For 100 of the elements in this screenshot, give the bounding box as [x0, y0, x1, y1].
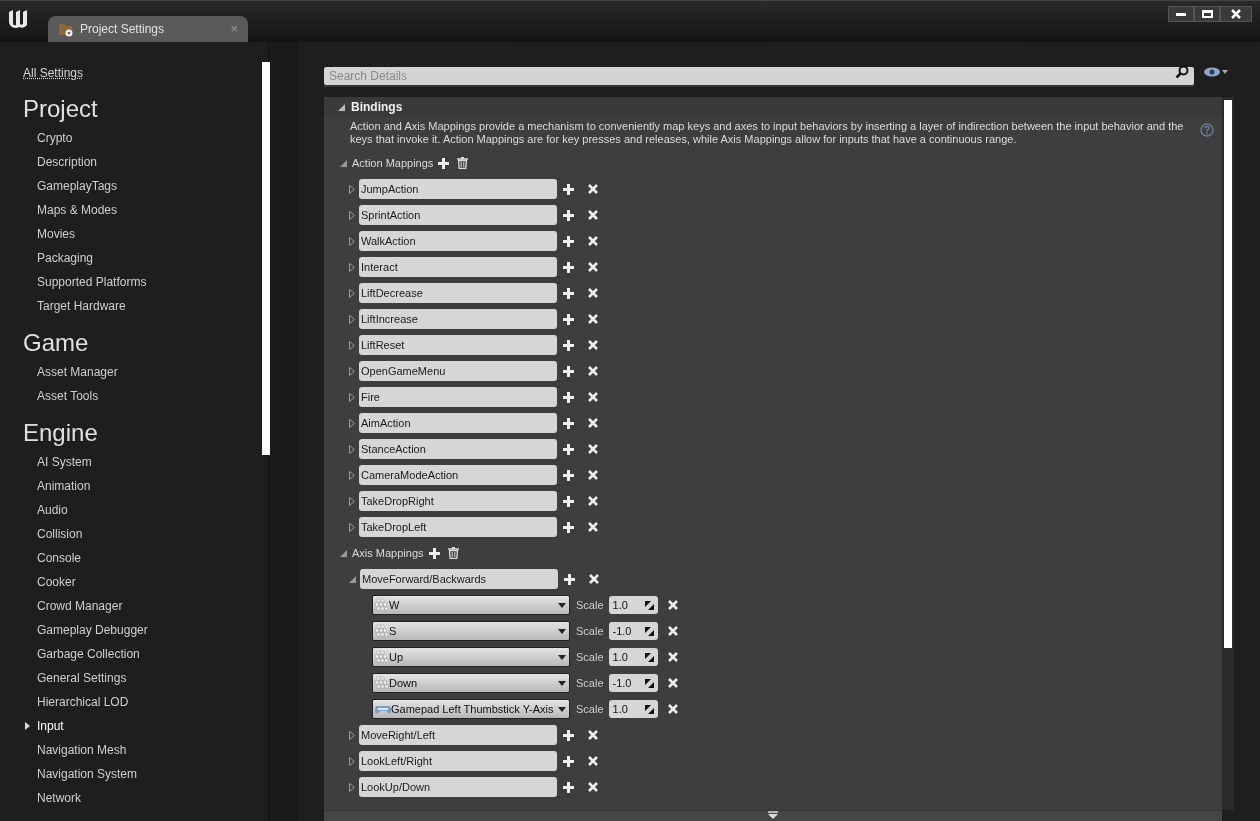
mapping-name-field[interactable]: Interact: [359, 257, 557, 277]
sidebar-item[interactable]: Navigation System: [37, 765, 138, 783]
remove-icon[interactable]: [588, 496, 598, 506]
key-dropdown[interactable]: W: [372, 595, 570, 615]
sidebar-item[interactable]: Hierarchical LOD: [37, 693, 129, 711]
key-dropdown[interactable]: Gamepad Left Thumbstick Y-Axis: [372, 699, 570, 719]
mapping-name-field[interactable]: LiftIncrease: [359, 309, 557, 329]
key-dropdown[interactable]: Down: [372, 673, 570, 693]
all-settings-link[interactable]: All Settings: [23, 62, 84, 84]
sidebar-item[interactable]: GameplayTags: [37, 177, 118, 195]
add-icon[interactable]: [563, 443, 574, 455]
window-tab[interactable]: Project Settings ×: [48, 16, 248, 42]
scrollbar-thumb[interactable]: [262, 62, 270, 455]
collapse-arrow-icon[interactable]: [338, 103, 345, 111]
add-icon[interactable]: [563, 235, 574, 247]
remove-icon[interactable]: [588, 314, 598, 324]
expand-arrow-icon[interactable]: [349, 756, 355, 766]
expand-arrow-icon[interactable]: [349, 496, 355, 506]
expand-arrow-icon[interactable]: [349, 392, 355, 402]
add-icon[interactable]: [563, 183, 574, 195]
sidebar-item[interactable]: Navigation Mesh: [37, 741, 127, 759]
expand-arrow-icon[interactable]: [349, 340, 355, 350]
remove-icon[interactable]: [667, 704, 678, 714]
mapping-name-field[interactable]: LookUp/Down: [359, 777, 557, 797]
expand-arrow-icon[interactable]: [349, 522, 355, 532]
sidebar-item[interactable]: Collision: [37, 525, 83, 543]
scale-field[interactable]: 1.0: [608, 648, 658, 666]
remove-icon[interactable]: [588, 366, 598, 376]
sidebar-item[interactable]: Maps & Modes: [37, 201, 118, 219]
mapping-name-field[interactable]: MoveRight/Left: [359, 725, 557, 745]
sidebar-item[interactable]: Target Hardware: [37, 297, 126, 315]
sidebar-item[interactable]: General Settings: [37, 669, 127, 687]
mapping-name-field[interactable]: SprintAction: [359, 205, 557, 225]
add-icon[interactable]: [563, 365, 574, 377]
mapping-name-field[interactable]: JumpAction: [359, 179, 557, 199]
expand-down-icon[interactable]: [767, 811, 779, 819]
expand-arrow-icon[interactable]: [349, 314, 355, 324]
expand-arrow-icon[interactable]: [349, 262, 355, 272]
mapping-name-field[interactable]: OpenGameMenu: [359, 361, 557, 381]
add-icon[interactable]: [563, 755, 574, 767]
mapping-name-field[interactable]: MoveForward/Backwards: [360, 569, 558, 589]
trash-icon[interactable]: [447, 547, 459, 559]
add-icon[interactable]: [563, 209, 574, 221]
key-dropdown[interactable]: Up: [372, 647, 570, 667]
mapping-name-field[interactable]: LiftReset: [359, 335, 557, 355]
expand-arrow-icon[interactable]: [349, 366, 355, 376]
expand-arrow-icon[interactable]: [349, 210, 355, 220]
remove-icon[interactable]: [588, 210, 598, 220]
add-icon[interactable]: [563, 469, 574, 481]
sidebar-item[interactable]: Audio: [37, 501, 68, 519]
sidebar-item[interactable]: Cooker: [37, 573, 76, 591]
trash-icon[interactable]: [457, 157, 469, 169]
expand-arrow-icon[interactable]: [349, 730, 355, 740]
key-dropdown[interactable]: S: [372, 621, 570, 641]
remove-icon[interactable]: [588, 444, 598, 454]
mapping-name-field[interactable]: LiftDecrease: [359, 283, 557, 303]
remove-icon[interactable]: [588, 288, 598, 298]
remove-icon[interactable]: [588, 522, 598, 532]
sidebar-item[interactable]: AI System: [37, 453, 92, 471]
close-button[interactable]: [1220, 6, 1252, 22]
remove-icon[interactable]: [588, 184, 598, 194]
sidebar-item[interactable]: Crypto: [37, 129, 73, 147]
add-icon[interactable]: [438, 157, 450, 169]
scale-field[interactable]: 1.0: [608, 596, 658, 614]
panel-splitter[interactable]: [268, 42, 298, 821]
scale-field[interactable]: -1.0: [608, 674, 658, 692]
remove-icon[interactable]: [667, 626, 678, 636]
search-icon[interactable]: [1175, 65, 1189, 79]
remove-icon[interactable]: [667, 652, 678, 662]
mapping-name-field[interactable]: WalkAction: [359, 231, 557, 251]
collapse-arrow-icon[interactable]: [340, 549, 347, 557]
sidebar-item[interactable]: Garbage Collection: [37, 645, 140, 663]
remove-icon[interactable]: [667, 678, 678, 688]
section-header[interactable]: Bindings: [351, 98, 403, 116]
remove-icon[interactable]: [588, 392, 598, 402]
remove-icon[interactable]: [589, 574, 599, 584]
add-icon[interactable]: [563, 313, 574, 325]
mapping-name-field[interactable]: TakeDropRight: [359, 491, 557, 511]
remove-icon[interactable]: [588, 730, 598, 740]
expand-arrow-icon[interactable]: [349, 184, 355, 194]
expand-arrow-icon[interactable]: [349, 288, 355, 298]
sidebar-item[interactable]: Packaging: [37, 249, 94, 267]
scrollbar-thumb[interactable]: [1224, 100, 1232, 648]
remove-icon[interactable]: [588, 782, 598, 792]
mapping-name-field[interactable]: TakeDropLeft: [359, 517, 557, 537]
mapping-name-field[interactable]: StanceAction: [359, 439, 557, 459]
remove-icon[interactable]: [588, 470, 598, 480]
add-icon[interactable]: [563, 339, 574, 351]
add-icon[interactable]: [563, 417, 574, 429]
mapping-name-field[interactable]: AimAction: [359, 413, 557, 433]
sidebar-item[interactable]: Description: [37, 153, 98, 171]
add-icon[interactable]: [564, 573, 575, 585]
sidebar-item[interactable]: Asset Manager: [37, 363, 118, 381]
add-icon[interactable]: [563, 287, 574, 299]
minimize-button[interactable]: [1168, 6, 1194, 22]
remove-icon[interactable]: [588, 236, 598, 246]
remove-icon[interactable]: [667, 600, 678, 610]
scale-field[interactable]: 1.0: [608, 700, 658, 718]
collapse-arrow-icon[interactable]: [349, 575, 356, 583]
remove-icon[interactable]: [588, 756, 598, 766]
